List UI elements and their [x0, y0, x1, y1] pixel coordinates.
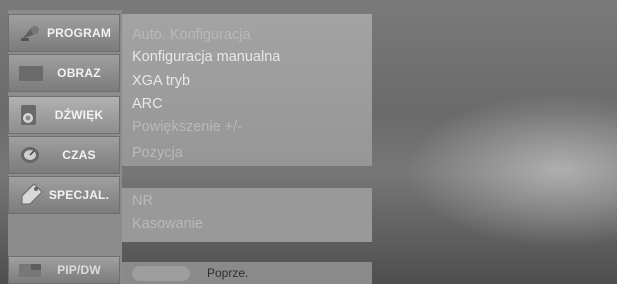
sidebar-item-obraz[interactable]: OBRAZ — [8, 54, 120, 92]
sidebar-item-label: OBRAZ — [57, 66, 101, 80]
menu-item-kasowanie[interactable]: Kasowanie — [132, 216, 203, 232]
sidebar-item-dzwiek[interactable]: DŹWIĘK — [8, 96, 120, 134]
sidebar-item-pip[interactable]: PIP/DW — [8, 256, 120, 284]
menu-item-nr[interactable]: NR — [132, 193, 153, 209]
menu-item-pozycja[interactable]: Pozycja — [132, 145, 183, 161]
picture-icon — [17, 62, 45, 84]
tag-icon — [17, 183, 45, 206]
previous-label: Poprze. — [207, 266, 249, 280]
menu-item-arc[interactable]: ARC — [132, 96, 163, 112]
submenu-panel-secondary — [122, 188, 372, 242]
sidebar-item-label: PROGRAM — [46, 26, 112, 40]
menu-item-auto-konfiguracja[interactable]: Auto. Konfiguracja — [132, 27, 251, 43]
menu-item-konfiguracja-manualna[interactable]: Konfiguracja manualna — [132, 49, 280, 65]
sidebar-item-label: CZAS — [62, 148, 96, 162]
menu-item-xga-tryb[interactable]: XGA tryb — [132, 73, 190, 89]
satellite-dish-icon — [17, 22, 45, 44]
previous-button[interactable] — [132, 266, 190, 281]
sidebar-item-label: SPECJAL. — [48, 188, 110, 202]
sidebar-item-czas[interactable]: CZAS — [8, 136, 120, 174]
sidebar-item-program[interactable]: PROGRAM — [8, 14, 120, 52]
sidebar-item-label: DŹWIĘK — [54, 108, 104, 122]
menu-item-powiekszenie[interactable]: Powiększenie +/- — [132, 119, 242, 135]
pip-icon — [17, 259, 45, 281]
sidebar-item-label: PIP/DW — [57, 263, 101, 277]
sidebar-item-specjal[interactable]: SPECJAL. — [8, 176, 120, 214]
clock-icon — [17, 144, 45, 166]
speaker-icon — [17, 104, 45, 126]
